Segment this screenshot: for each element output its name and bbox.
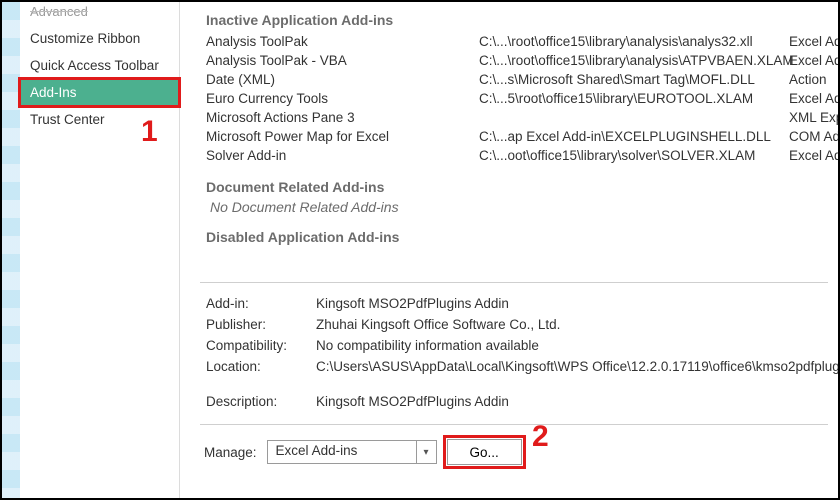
addin-row[interactable]: Analysis ToolPak C:\...\root\office15\li… (206, 32, 828, 51)
detail-value-description: Kingsoft MSO2PdfPlugins Addin (316, 391, 828, 412)
sidebar-item-quick-access-toolbar[interactable]: Quick Access Toolbar (20, 52, 179, 79)
addin-row[interactable]: Solver Add-in C:\...oot\office15\library… (206, 146, 828, 165)
addin-type: Excel Add-in (779, 146, 838, 165)
detail-label-compat: Compatibility: (206, 335, 316, 356)
addin-name: Solver Add-in (206, 146, 479, 165)
addin-location: C:\...oot\office15\library\solver\SOLVER… (479, 146, 779, 165)
addin-location: C:\...\root\office15\library\analysis\an… (479, 32, 779, 51)
addin-type: COM Add-in (779, 127, 838, 146)
addin-name: Euro Currency Tools (206, 89, 479, 108)
detail-label-addin: Add-in: (206, 293, 316, 314)
addin-location (479, 108, 779, 127)
addin-name: Analysis ToolPak - VBA (206, 51, 479, 70)
addin-type: Action (779, 70, 828, 89)
sidebar-item-trust-center[interactable]: Trust Center (20, 106, 179, 133)
addin-type: Excel Add-in (779, 32, 838, 51)
detail-label-location: Location: (206, 356, 316, 377)
manage-combobox[interactable]: Excel Add-ins ▾ (267, 440, 437, 464)
addin-row[interactable]: Euro Currency Tools C:\...5\root\office1… (206, 89, 828, 108)
addins-list-area[interactable]: Inactive Application Add-ins Analysis To… (180, 2, 838, 282)
detail-value-compat: No compatibility information available (316, 335, 828, 356)
options-sidebar: Advanced Customize Ribbon Quick Access T… (20, 2, 180, 498)
manage-bar: Manage: Excel Add-ins ▾ Go... (200, 424, 828, 465)
addin-type: XML Expansion Pack (779, 108, 838, 127)
detail-value-location: C:\Users\ASUS\AppData\Local\Kingsoft\WPS… (316, 356, 840, 377)
addin-name: Analysis ToolPak (206, 32, 479, 51)
sidebar-item-customize-ribbon[interactable]: Customize Ribbon (20, 25, 179, 52)
options-dialog: Advanced Customize Ribbon Quick Access T… (0, 0, 840, 500)
addin-details: Add-in: Kingsoft MSO2PdfPlugins Addin Pu… (200, 282, 828, 418)
addin-name: Microsoft Actions Pane 3 (206, 108, 479, 127)
addin-row[interactable]: Microsoft Actions Pane 3 XML Expansion P… (206, 108, 828, 127)
inactive-addins-header: Inactive Application Add-ins (206, 12, 828, 28)
addin-name: Date (XML) (206, 70, 479, 89)
sidebar-item-advanced[interactable]: Advanced (20, 4, 179, 25)
docrel-none: No Document Related Add-ins (206, 199, 828, 215)
docrel-addins-header: Document Related Add-ins (206, 179, 828, 195)
addin-location: C:\...5\root\office15\library\EUROTOOL.X… (479, 89, 779, 108)
addin-location: C:\...ap Excel Add-in\EXCELPLUGINSHELL.D… (479, 127, 779, 146)
inactive-addins-table: Analysis ToolPak C:\...\root\office15\li… (206, 32, 828, 165)
chevron-down-icon[interactable]: ▾ (416, 441, 436, 463)
addin-location: C:\...\root\office15\library\analysis\AT… (479, 51, 779, 70)
addin-name: Microsoft Power Map for Excel (206, 127, 479, 146)
manage-selected: Excel Add-ins (268, 441, 416, 463)
addins-pane: Inactive Application Add-ins Analysis To… (180, 2, 838, 498)
addin-type: Excel Add-in (779, 51, 838, 70)
addin-location: C:\...s\Microsoft Shared\Smart Tag\MOFL.… (479, 70, 779, 89)
addin-type: Excel Add-in (779, 89, 838, 108)
addin-row[interactable]: Microsoft Power Map for Excel C:\...ap E… (206, 127, 828, 146)
addin-row[interactable]: Date (XML) C:\...s\Microsoft Shared\Smar… (206, 70, 828, 89)
addin-row[interactable]: Analysis ToolPak - VBA C:\...\root\offic… (206, 51, 828, 70)
detail-value-publisher: Zhuhai Kingsoft Office Software Co., Ltd… (316, 314, 828, 335)
detail-label-description: Description: (206, 391, 316, 412)
detail-value-addin: Kingsoft MSO2PdfPlugins Addin (316, 293, 828, 314)
manage-label: Manage: (204, 445, 257, 460)
go-button[interactable]: Go... (447, 439, 522, 465)
disabled-addins-header: Disabled Application Add-ins (206, 229, 828, 245)
sidebar-item-add-ins[interactable]: Add-Ins (20, 79, 179, 106)
detail-label-publisher: Publisher: (206, 314, 316, 335)
